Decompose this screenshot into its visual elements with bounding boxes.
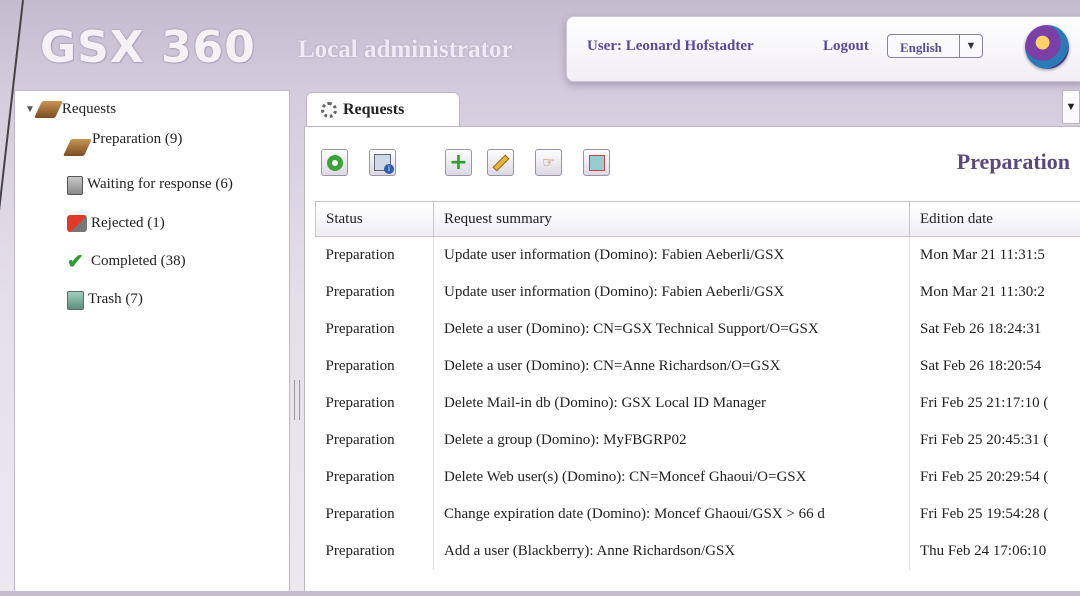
- cell-date: Sat Feb 26 18:24:31: [910, 311, 1080, 348]
- pencil-icon: [492, 154, 509, 171]
- cell-summary: Delete a user (Domino): CN=GSX Technical…: [434, 311, 910, 348]
- tree-item-completed[interactable]: ✔ Completed (38): [67, 253, 186, 271]
- box-icon: [34, 101, 63, 118]
- logout-link[interactable]: Logout: [823, 38, 869, 55]
- plus-icon: +: [449, 153, 467, 173]
- cell-status: Preparation: [316, 237, 434, 275]
- add-button[interactable]: +: [445, 149, 472, 176]
- table-row[interactable]: PreparationDelete a user (Domino): CN=GS…: [316, 311, 1080, 348]
- tree-item-label: Trash (7): [88, 291, 143, 308]
- check-icon: ✔: [67, 253, 87, 271]
- tree-item-label: Completed (38): [91, 253, 186, 270]
- info-icon: [374, 154, 391, 171]
- expand-arrow-icon[interactable]: ▼: [25, 104, 35, 115]
- user-name-link[interactable]: User: Leonard Hofstadter: [587, 38, 754, 55]
- tab-menu-dropdown[interactable]: ▼: [1062, 90, 1080, 124]
- tree-item-label: Rejected (1): [91, 215, 165, 232]
- language-value: English: [900, 40, 942, 56]
- submit-button[interactable]: ☞: [535, 149, 562, 176]
- cell-status: Preparation: [316, 422, 434, 459]
- user-bar: User: Leonard Hofstadter Logout English …: [566, 16, 1080, 82]
- cell-status: Preparation: [316, 459, 434, 496]
- cell-summary: Update user information (Domino): Fabien…: [434, 237, 910, 275]
- move-button[interactable]: [583, 149, 610, 176]
- cell-status: Preparation: [316, 274, 434, 311]
- tree-item-waiting[interactable]: Waiting for response (6): [67, 176, 233, 195]
- cell-summary: Delete Web user(s) (Domino): CN=Moncef G…: [434, 459, 910, 496]
- tree-item-preparation[interactable]: Preparation (9): [67, 139, 182, 156]
- cell-summary: Delete a user (Domino): CN=Anne Richards…: [434, 348, 910, 385]
- column-header-summary[interactable]: Request summary: [434, 202, 910, 237]
- tree-root-requests[interactable]: ▼ Requests: [25, 101, 116, 118]
- table-row[interactable]: PreparationAdd a user (Blackberry): Anne…: [316, 533, 1080, 570]
- tree-item-label: Preparation (9): [92, 131, 182, 148]
- cell-summary: Delete Mail-in db (Domino): GSX Local ID…: [434, 385, 910, 422]
- details-button[interactable]: [369, 149, 396, 176]
- table-row[interactable]: PreparationDelete Web user(s) (Domino): …: [316, 459, 1080, 496]
- table-row[interactable]: PreparationUpdate user information (Domi…: [316, 274, 1080, 311]
- app-logo: GSX 360: [40, 22, 256, 73]
- requests-panel: + ☞ Preparation Status Request summary E…: [304, 126, 1080, 591]
- table-row[interactable]: PreparationDelete a group (Domino): MyFB…: [316, 422, 1080, 459]
- cell-date: Fri Feb 25 20:29:54 (: [910, 459, 1080, 496]
- cell-date: Mon Mar 21 11:31:5: [910, 237, 1080, 275]
- cell-summary: Change expiration date (Domino): Moncef …: [434, 496, 910, 533]
- cell-date: Thu Feb 24 17:06:10: [910, 533, 1080, 570]
- chevron-down-icon[interactable]: ▼: [959, 35, 982, 57]
- hourglass-icon: [67, 176, 83, 195]
- edit-button[interactable]: [487, 149, 514, 176]
- cell-date: Sat Feb 26 18:20:54: [910, 348, 1080, 385]
- pointing-hand-icon: ☞: [542, 155, 555, 171]
- cell-status: Preparation: [316, 348, 434, 385]
- avatar[interactable]: [1025, 25, 1069, 69]
- cell-status: Preparation: [316, 496, 434, 533]
- cell-summary: Update user information (Domino): Fabien…: [434, 274, 910, 311]
- requests-tree-panel: ▼ Requests Preparation (9) Waiting for r…: [14, 90, 290, 591]
- refresh-icon: [327, 155, 343, 171]
- cell-summary: Add a user (Blackberry): Anne Richardson…: [434, 533, 910, 570]
- column-header-status[interactable]: Status: [316, 202, 434, 237]
- trash-icon: [67, 291, 84, 310]
- cell-status: Preparation: [316, 385, 434, 422]
- panel-splitter[interactable]: [294, 380, 300, 420]
- tab-label: Requests: [343, 101, 404, 119]
- table-row[interactable]: PreparationDelete Mail-in db (Domino): G…: [316, 385, 1080, 422]
- cell-status: Preparation: [316, 533, 434, 570]
- cell-date: Fri Feb 25 20:45:31 (: [910, 422, 1080, 459]
- box-icon: [63, 139, 92, 156]
- tree-item-rejected[interactable]: Rejected (1): [67, 215, 165, 232]
- reject-icon: [67, 215, 87, 232]
- tree-root-label: Requests: [62, 101, 116, 118]
- table-row[interactable]: PreparationDelete a user (Domino): CN=An…: [316, 348, 1080, 385]
- gear-icon: [321, 102, 337, 118]
- tree-item-trash[interactable]: Trash (7): [67, 291, 143, 310]
- move-icon: [589, 155, 605, 171]
- cell-summary: Delete a group (Domino): MyFBGRP02: [434, 422, 910, 459]
- tree-item-label: Waiting for response (6): [87, 176, 233, 193]
- table-header-row: Status Request summary Edition date: [316, 202, 1080, 237]
- refresh-button[interactable]: [321, 149, 348, 176]
- role-subtitle: Local administrator: [298, 36, 513, 64]
- cell-status: Preparation: [316, 311, 434, 348]
- language-select[interactable]: English ▼: [887, 34, 983, 58]
- cell-date: Fri Feb 25 19:54:28 (: [910, 496, 1080, 533]
- panel-title: Preparation: [957, 149, 1070, 175]
- table-row[interactable]: PreparationUpdate user information (Domi…: [316, 237, 1080, 275]
- requests-table: Status Request summary Edition date Prep…: [315, 201, 1080, 570]
- tab-requests[interactable]: Requests: [306, 92, 460, 127]
- table-row[interactable]: PreparationChange expiration date (Domin…: [316, 496, 1080, 533]
- cell-date: Fri Feb 25 21:17:10 (: [910, 385, 1080, 422]
- column-header-edition-date[interactable]: Edition date: [910, 202, 1080, 237]
- cell-date: Mon Mar 21 11:30:2: [910, 274, 1080, 311]
